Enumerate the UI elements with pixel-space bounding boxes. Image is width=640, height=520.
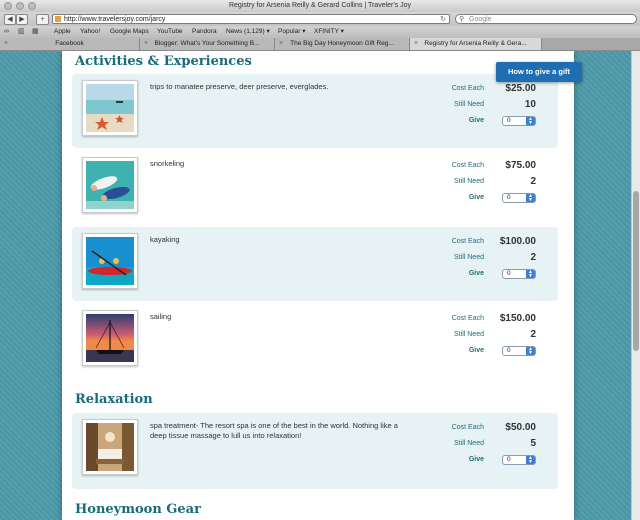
give-label: Give	[468, 270, 484, 277]
item-photo-spa[interactable]	[82, 419, 138, 475]
still-need-label: Still Need	[454, 440, 484, 447]
gift-item-sailing: sailing Cost Each $150.00 Still Need 2 G…	[72, 304, 558, 378]
close-tab-icon[interactable]: ×	[144, 38, 148, 50]
item-description: kayaking	[150, 235, 180, 244]
page-viewport: Activities & Experiences trips to manate…	[0, 51, 631, 520]
reload-icon[interactable]: ↻	[440, 15, 446, 24]
bookmark-pandora[interactable]: Pandora	[192, 26, 217, 38]
back-button[interactable]: ◀	[4, 14, 16, 25]
item-still-need: 2	[530, 252, 536, 263]
give-label: Give	[468, 117, 484, 124]
tab-big-day[interactable]: × The Big Day Honeymoon Gift Reg...	[275, 38, 410, 50]
item-photo-snorkeling[interactable]	[82, 157, 138, 213]
section-title-gear: Honeymoon Gear	[75, 502, 201, 517]
close-tab-icon[interactable]: ×	[414, 38, 418, 50]
still-need-label: Still Need	[454, 254, 484, 261]
item-still-need: 5	[530, 438, 536, 449]
item-cost: $75.00	[505, 160, 536, 171]
item-photo-sailing[interactable]	[82, 310, 138, 366]
bookmark-apple[interactable]: Apple	[54, 26, 71, 38]
bookmark-youtube[interactable]: YouTube	[157, 26, 183, 38]
item-cost: $25.00	[505, 83, 536, 94]
browser-toolbar: ◀ ▶ + http://www.travelersjoy.com/jarcy …	[0, 12, 640, 26]
item-still-need: 10	[524, 99, 536, 110]
select-arrows-icon: ▲ ▼	[526, 347, 535, 356]
gift-item-snorkeling: snorkeling Cost Each $75.00 Still Need 2…	[72, 151, 558, 225]
tab-registry[interactable]: × Registry for Arsenia Reilly & Gera...	[410, 38, 542, 50]
search-field[interactable]: ⚲ Google	[455, 14, 637, 24]
tab-blogger[interactable]: × Blogger: What's Your Something B...	[140, 38, 275, 50]
bookmark-google-maps[interactable]: Google Maps	[110, 26, 149, 38]
tab-bar: × Facebook × Blogger: What's Your Someth…	[0, 38, 640, 51]
bookmark-xfinity[interactable]: XFINITY ▾	[314, 26, 344, 38]
section-title-activities: Activities & Experiences	[75, 54, 252, 69]
reading-glasses-icon[interactable]: ∞	[4, 27, 9, 37]
bookmark-news[interactable]: News (1,129) ▾	[226, 26, 270, 38]
search-icon: ⚲	[459, 16, 465, 23]
address-bar[interactable]: http://www.travelersjoy.com/jarcy ↻	[52, 14, 450, 24]
window-title: Registry for Arsenia Reilly & Gerard Col…	[228, 2, 412, 9]
give-quantity-select[interactable]: 0 ▲ ▼	[502, 116, 536, 126]
item-cost: $50.00	[505, 422, 536, 433]
give-quantity-select[interactable]: 0 ▲ ▼	[502, 269, 536, 279]
item-description: spa treatment- The resort spa is one of …	[150, 421, 398, 440]
address-bar-url: http://www.travelersjoy.com/jarcy	[64, 16, 166, 23]
page-scrollbar[interactable]	[631, 51, 640, 520]
item-description: sailing	[150, 312, 172, 321]
item-still-need: 2	[530, 176, 536, 187]
book-icon[interactable]: ▥	[18, 27, 25, 37]
close-tab-icon[interactable]: ×	[4, 38, 8, 50]
cost-each-label: Cost Each	[451, 162, 484, 169]
item-photo-kayaking[interactable]	[82, 233, 138, 289]
gift-item-manatee: trips to manatee preserve, deer preserve…	[72, 74, 558, 148]
cost-each-label: Cost Each	[451, 315, 484, 322]
item-cost: $100.00	[499, 236, 536, 247]
item-description: trips to manatee preserve, deer preserve…	[150, 82, 329, 91]
gift-item-spa: spa treatment- The resort spa is one of …	[72, 413, 558, 489]
give-quantity-select[interactable]: 0 ▲ ▼	[502, 346, 536, 356]
select-arrows-icon: ▲ ▼	[526, 270, 535, 279]
forward-button[interactable]: ▶	[16, 14, 28, 25]
still-need-label: Still Need	[454, 178, 484, 185]
item-photo-starfish-beach[interactable]	[82, 80, 138, 136]
item-description: snorkeling	[150, 159, 185, 168]
item-cost: $150.00	[499, 313, 536, 324]
tab-facebook[interactable]: × Facebook	[0, 38, 140, 50]
give-label: Give	[468, 456, 484, 463]
scrollbar-thumb[interactable]	[633, 191, 639, 351]
search-placeholder: Google	[469, 16, 492, 23]
section-title-relaxation: Relaxation	[75, 392, 153, 407]
give-quantity-select[interactable]: 0 ▲ ▼	[502, 455, 536, 465]
select-arrows-icon: ▲ ▼	[526, 117, 535, 126]
cost-each-label: Cost Each	[451, 85, 484, 92]
cost-each-label: Cost Each	[451, 238, 484, 245]
grid-icon[interactable]: ▦	[32, 27, 39, 37]
still-need-label: Still Need	[454, 331, 484, 338]
select-arrows-icon: ▲ ▼	[526, 194, 535, 203]
gift-item-kayaking: kayaking Cost Each $100.00 Still Need 2 …	[72, 227, 558, 301]
bookmark-popular[interactable]: Popular ▾	[278, 26, 305, 38]
bookmark-yahoo[interactable]: Yahoo!	[80, 26, 100, 38]
item-still-need: 2	[530, 329, 536, 340]
registry-content: Activities & Experiences trips to manate…	[62, 51, 574, 520]
cost-each-label: Cost Each	[451, 424, 484, 431]
add-bookmark-button[interactable]: +	[36, 14, 49, 25]
how-to-give-button[interactable]: How to give a gift	[496, 62, 582, 82]
give-label: Give	[468, 347, 484, 354]
give-quantity-select[interactable]: 0 ▲ ▼	[502, 193, 536, 203]
give-label: Give	[468, 194, 484, 201]
still-need-label: Still Need	[454, 101, 484, 108]
close-tab-icon[interactable]: ×	[279, 38, 283, 50]
select-arrows-icon: ▲ ▼	[526, 456, 535, 465]
site-favicon-icon	[55, 16, 61, 22]
